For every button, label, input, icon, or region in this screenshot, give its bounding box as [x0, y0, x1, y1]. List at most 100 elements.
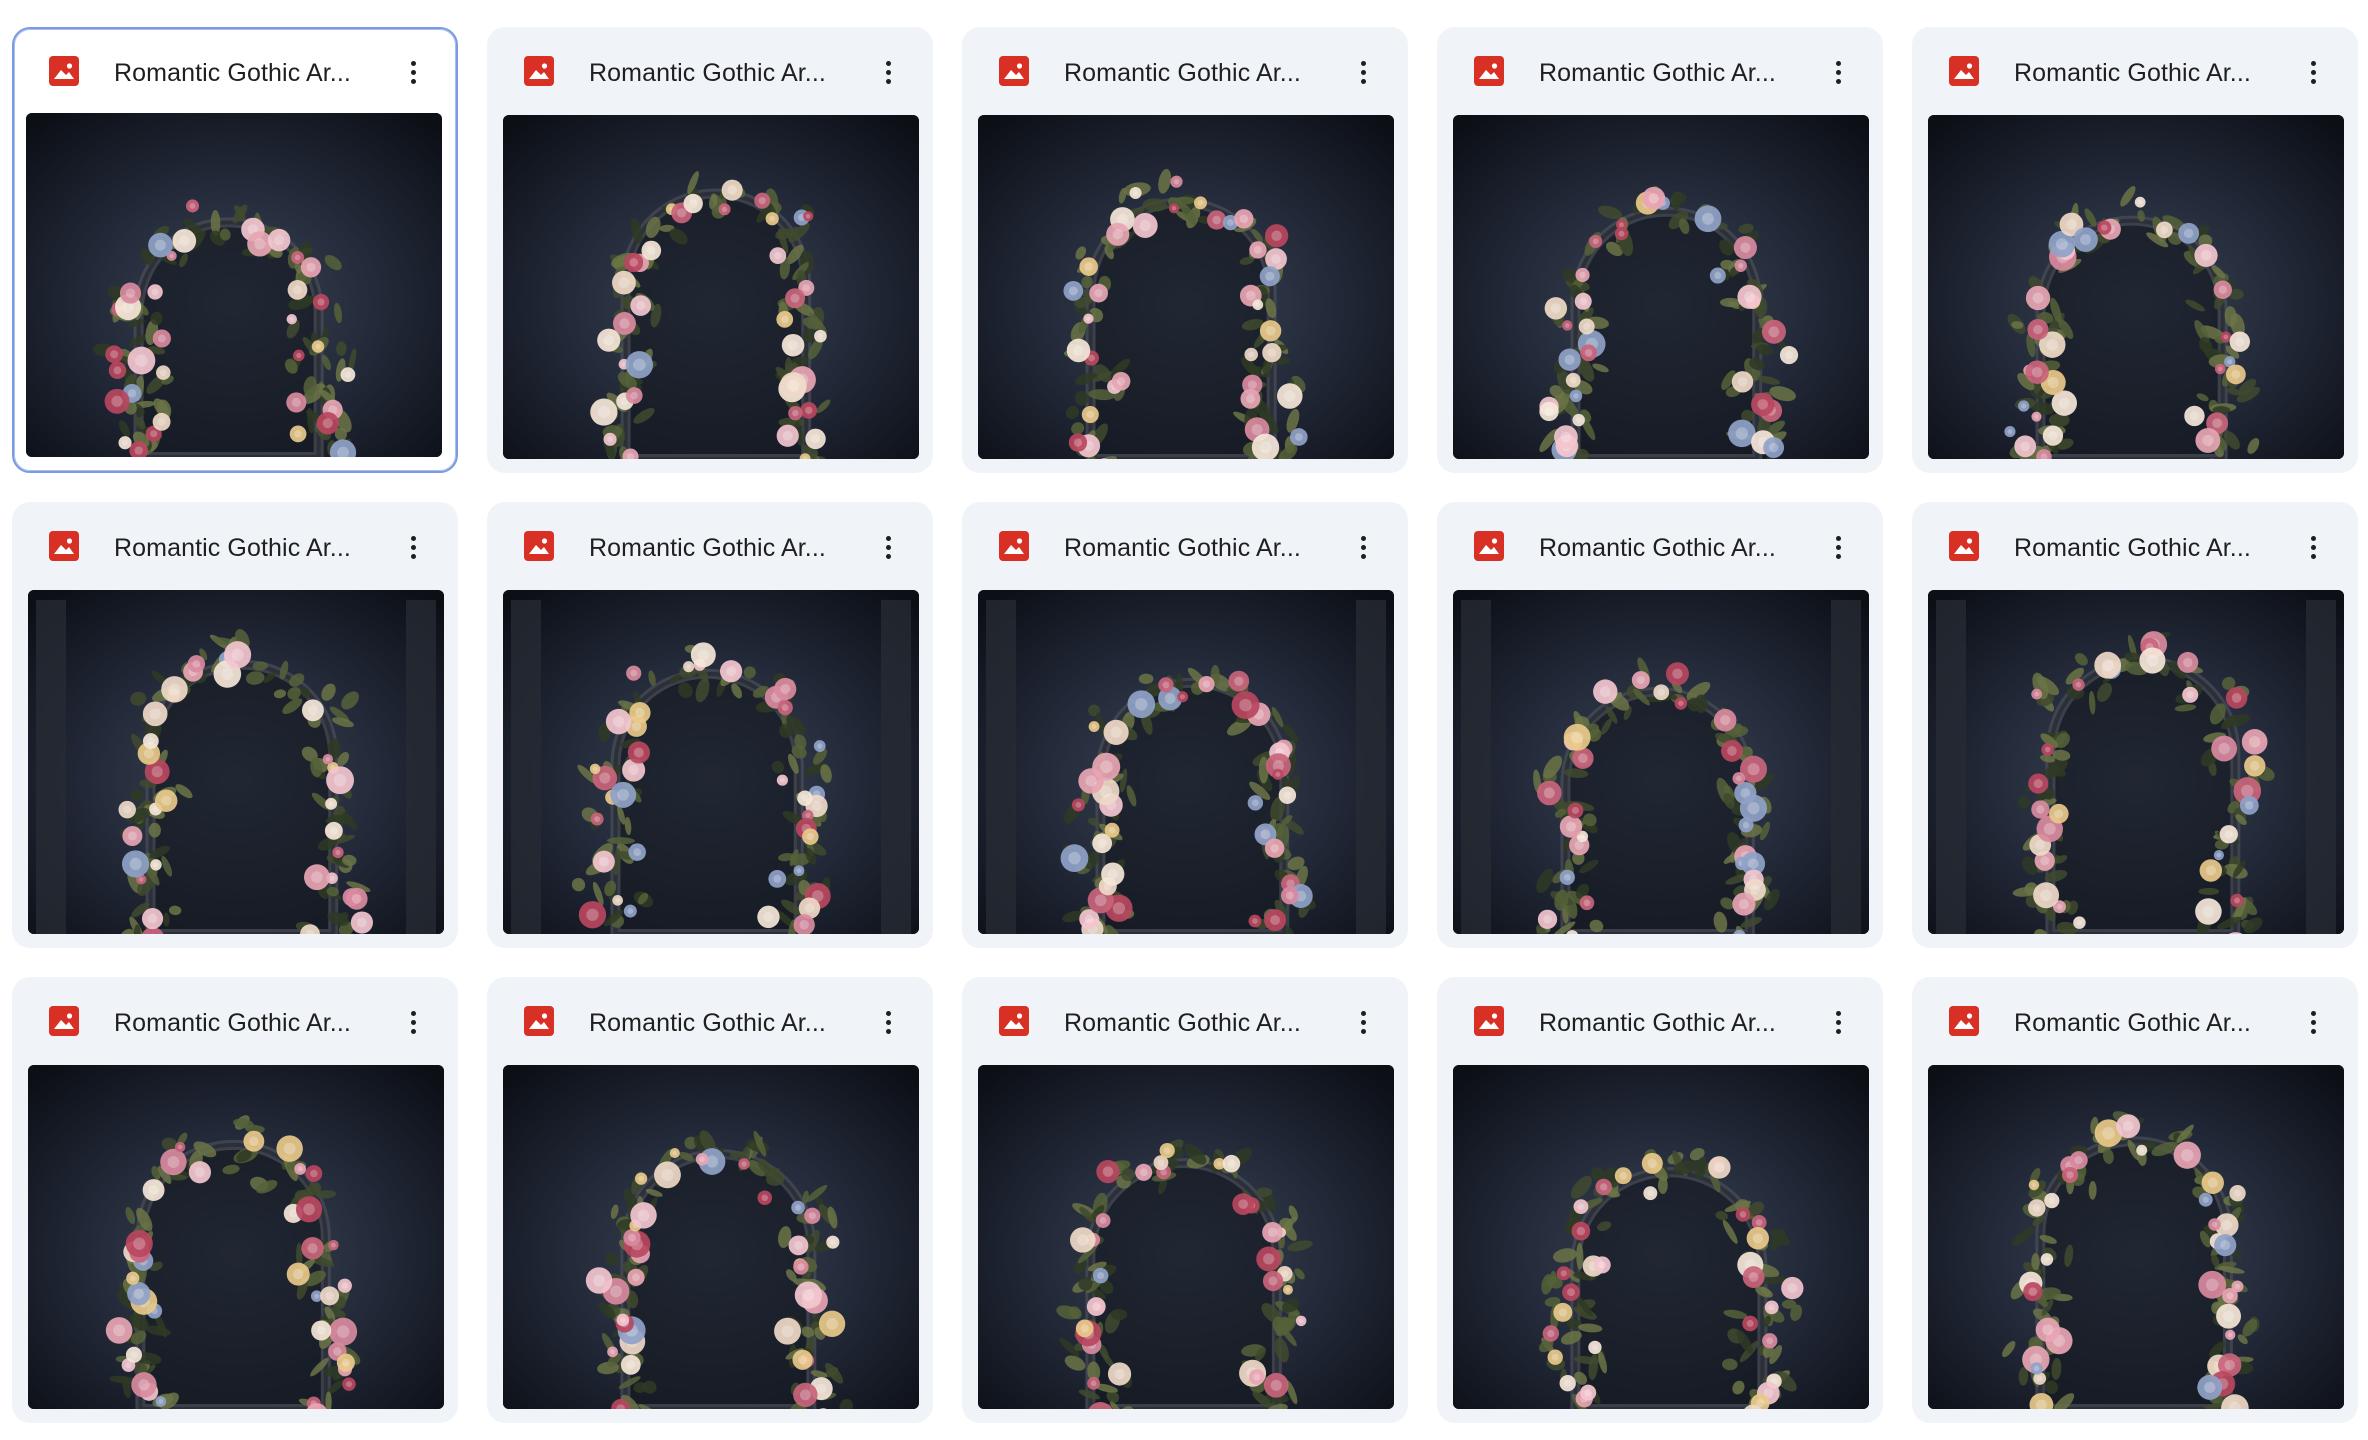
image-file-icon [524, 56, 554, 86]
file-card-header: Romantic Gothic Ar... [964, 979, 1406, 1065]
thumbnail-art [1453, 1065, 1869, 1409]
thumbnail-art [1453, 590, 1869, 934]
image-thumbnail[interactable] [1453, 1065, 1869, 1409]
file-card-5[interactable]: Romantic Gothic Ar... [1912, 27, 2358, 473]
file-card-13[interactable]: Romantic Gothic Ar... [962, 977, 1408, 1423]
file-card-2[interactable]: Romantic Gothic Ar... [487, 27, 933, 473]
file-card-15[interactable]: Romantic Gothic Ar... [1912, 977, 2358, 1423]
file-card-header: Romantic Gothic Ar... [14, 979, 456, 1065]
file-card-4[interactable]: Romantic Gothic Ar... [1437, 27, 1883, 473]
image-thumbnail[interactable] [26, 113, 442, 457]
more-actions-button[interactable] [869, 52, 909, 92]
image-file-icon [49, 56, 79, 86]
file-card-header: Romantic Gothic Ar... [1914, 29, 2356, 115]
file-card-header: Romantic Gothic Ar... [1439, 979, 1881, 1065]
thumbnail-art [1928, 1065, 2344, 1409]
file-name: Romantic Gothic Ar... [1064, 534, 1301, 562]
file-name: Romantic Gothic Ar... [2014, 1009, 2251, 1037]
image-file-icon [1949, 531, 1979, 561]
image-thumbnail[interactable] [503, 1065, 919, 1409]
image-thumbnail[interactable] [978, 115, 1394, 459]
file-card-header: Romantic Gothic Ar... [1439, 29, 1881, 115]
file-card-10[interactable]: Romantic Gothic Ar... [1912, 502, 2358, 948]
file-name: Romantic Gothic Ar... [1539, 534, 1776, 562]
file-card-6[interactable]: Romantic Gothic Ar... [12, 502, 458, 948]
image-file-icon [1474, 56, 1504, 86]
thumbnail-art [503, 115, 919, 459]
image-thumbnail[interactable] [1928, 115, 2344, 459]
file-name: Romantic Gothic Ar... [2014, 59, 2251, 87]
image-thumbnail[interactable] [978, 590, 1394, 934]
image-file-icon [1949, 1006, 1979, 1036]
image-file-icon [49, 1006, 79, 1036]
image-file-icon [1949, 56, 1979, 86]
file-card-14[interactable]: Romantic Gothic Ar... [1437, 977, 1883, 1423]
thumbnail-art [1453, 115, 1869, 459]
thumbnail-art [1928, 115, 2344, 459]
file-card-9[interactable]: Romantic Gothic Ar... [1437, 502, 1883, 948]
file-card-header: Romantic Gothic Ar... [489, 979, 931, 1065]
more-actions-button[interactable] [1344, 527, 1384, 567]
thumbnail-art [978, 1065, 1394, 1409]
image-thumbnail[interactable] [1928, 590, 2344, 934]
file-card-8[interactable]: Romantic Gothic Ar... [962, 502, 1408, 948]
file-card-7[interactable]: Romantic Gothic Ar... [487, 502, 933, 948]
image-thumbnail[interactable] [503, 590, 919, 934]
image-file-icon [999, 1006, 1029, 1036]
more-actions-button[interactable] [869, 1002, 909, 1042]
thumbnail-art [1928, 590, 2344, 934]
more-actions-button[interactable] [1344, 1002, 1384, 1042]
image-thumbnail[interactable] [1928, 1065, 2344, 1409]
more-actions-button[interactable] [394, 527, 434, 567]
file-card-header: Romantic Gothic Ar... [1914, 979, 2356, 1065]
file-card-header: Romantic Gothic Ar... [14, 504, 456, 590]
thumbnail-art [28, 1065, 444, 1409]
file-name: Romantic Gothic Ar... [114, 534, 351, 562]
thumbnail-art [978, 115, 1394, 459]
file-card-header: Romantic Gothic Ar... [489, 504, 931, 590]
thumbnail-art [978, 590, 1394, 934]
file-name: Romantic Gothic Ar... [1539, 1009, 1776, 1037]
thumbnail-art [28, 590, 444, 934]
image-thumbnail[interactable] [503, 115, 919, 459]
image-thumbnail[interactable] [1453, 590, 1869, 934]
file-card-header: Romantic Gothic Ar... [964, 29, 1406, 115]
image-thumbnail[interactable] [1453, 115, 1869, 459]
image-file-icon [999, 531, 1029, 561]
image-file-icon [524, 1006, 554, 1036]
more-actions-button[interactable] [394, 52, 434, 92]
image-thumbnail[interactable] [978, 1065, 1394, 1409]
file-name: Romantic Gothic Ar... [114, 59, 351, 87]
file-name: Romantic Gothic Ar... [1064, 1009, 1301, 1037]
file-name: Romantic Gothic Ar... [114, 1009, 351, 1037]
image-file-icon [999, 56, 1029, 86]
image-file-icon [524, 531, 554, 561]
image-file-icon [49, 531, 79, 561]
file-card-header: Romantic Gothic Ar... [14, 29, 456, 115]
more-actions-button[interactable] [869, 527, 909, 567]
file-card-header: Romantic Gothic Ar... [1439, 504, 1881, 590]
image-thumbnail[interactable] [28, 590, 444, 934]
more-actions-button[interactable] [394, 1002, 434, 1042]
file-card-3[interactable]: Romantic Gothic Ar... [962, 27, 1408, 473]
more-actions-button[interactable] [1344, 52, 1384, 92]
file-card-header: Romantic Gothic Ar... [489, 29, 931, 115]
file-card-header: Romantic Gothic Ar... [1914, 504, 2356, 590]
file-name: Romantic Gothic Ar... [2014, 534, 2251, 562]
more-actions-button[interactable] [2294, 52, 2334, 92]
more-actions-button[interactable] [1819, 52, 1859, 92]
file-name: Romantic Gothic Ar... [589, 534, 826, 562]
thumbnail-art [26, 113, 442, 457]
more-actions-button[interactable] [1819, 1002, 1859, 1042]
thumbnail-art [503, 590, 919, 934]
image-thumbnail[interactable] [28, 1065, 444, 1409]
file-card-11[interactable]: Romantic Gothic Ar... [12, 977, 458, 1423]
more-actions-button[interactable] [2294, 527, 2334, 567]
file-name: Romantic Gothic Ar... [1064, 59, 1301, 87]
file-card-1[interactable]: Romantic Gothic Ar... [12, 27, 458, 473]
more-actions-button[interactable] [2294, 1002, 2334, 1042]
file-card-12[interactable]: Romantic Gothic Ar... [487, 977, 933, 1423]
file-name: Romantic Gothic Ar... [589, 1009, 826, 1037]
more-actions-button[interactable] [1819, 527, 1859, 567]
file-name: Romantic Gothic Ar... [1539, 59, 1776, 87]
